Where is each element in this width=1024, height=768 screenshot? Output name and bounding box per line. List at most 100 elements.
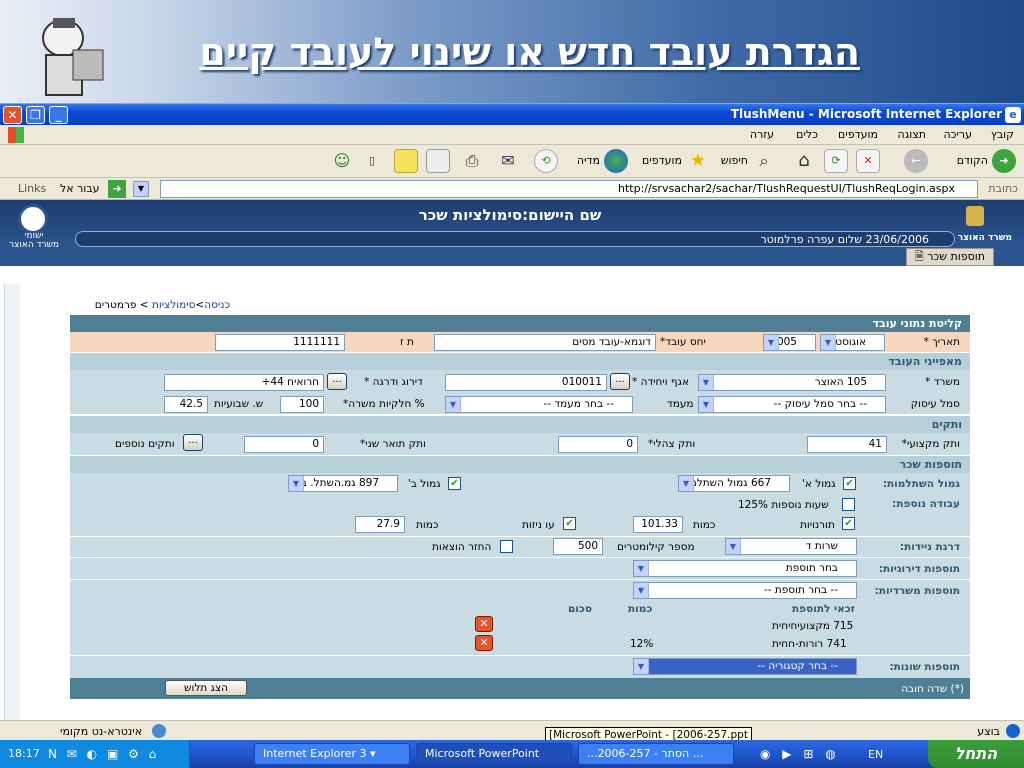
users-icon[interactable]: ☺: [330, 149, 354, 173]
edit-icon[interactable]: [426, 149, 450, 173]
go-icon[interactable]: ➜: [108, 180, 126, 198]
grade-field[interactable]: חרואיח 44+: [164, 374, 324, 391]
favorites-icon[interactable]: ★: [686, 149, 710, 173]
menu-file[interactable]: קובץ: [991, 128, 1014, 141]
media-icon[interactable]: [604, 149, 628, 173]
grade-lookup-button[interactable]: ...: [327, 373, 347, 390]
ministry-emblem-icon: [966, 206, 984, 226]
grade-add-value: בחר תוספת: [785, 562, 838, 574]
tor-qty-label: כמות: [693, 519, 716, 531]
tor-qty-field[interactable]: 101.33: [633, 516, 683, 533]
restore-icon[interactable]: ❐: [26, 106, 45, 124]
close-icon[interactable]: ✕: [3, 106, 22, 124]
messenger-icon[interactable]: ▯: [360, 149, 384, 173]
prof-label: ותק מקצועי*: [901, 438, 960, 450]
km-field[interactable]: 500: [553, 538, 603, 555]
standby-checkbox[interactable]: ✔: [563, 517, 576, 530]
delete-row-button[interactable]: ✕: [475, 616, 493, 632]
address-input[interactable]: http://srvsachar2/sachar/TlushRequestUI/…: [160, 180, 978, 198]
dept-field[interactable]: 010011: [445, 374, 607, 391]
breadcrumb-sims[interactable]: סימולציות: [152, 299, 195, 311]
search-icon[interactable]: ⌕: [752, 149, 776, 173]
show-payslip-button[interactable]: הצג תלוש: [165, 680, 247, 696]
office-value: 105 האוצר: [814, 376, 867, 388]
history-icon[interactable]: ⟲: [534, 149, 558, 173]
home-icon[interactable]: ⌂: [792, 149, 816, 173]
gmul-a-value: 667 גמול השתלמ.: [686, 477, 771, 489]
table-row: 715 מקצועיחיחית: [772, 620, 854, 632]
dept-lookup-button[interactable]: ...: [610, 373, 630, 390]
forward-icon[interactable]: ←: [904, 149, 928, 173]
taskbar-ie[interactable]: Internet Explorer 3 ▾: [254, 743, 410, 765]
go-label[interactable]: עבור אל: [60, 182, 100, 195]
pct-label: % חלקיות משרה*: [343, 398, 425, 410]
delete-row-button[interactable]: ✕: [475, 635, 493, 651]
search-label[interactable]: חיפוש: [721, 154, 748, 167]
table-header-eligible: זכאי לתוספת: [792, 603, 855, 615]
mobility-select[interactable]: שרות ד ▼: [725, 538, 857, 555]
more-seniority-button[interactable]: ...: [183, 434, 203, 451]
favorites-label[interactable]: מועדפים: [642, 154, 682, 167]
menu-help[interactable]: עזרה: [750, 128, 774, 141]
print-icon[interactable]: ⎙: [460, 149, 484, 173]
id-field[interactable]: 1111111: [215, 334, 345, 351]
tor-checkbox[interactable]: ✔: [842, 517, 855, 530]
required-note: (*) שדה חובה: [901, 683, 964, 695]
menu-tools[interactable]: כלים: [796, 128, 818, 141]
language-indicator[interactable]: EN: [868, 748, 883, 761]
misc-select[interactable]: -- בחר קטגוריה -- ▼: [633, 658, 857, 675]
degree-label: ותק תואר שני*: [360, 438, 426, 450]
gmul-b-value: 897 גמ.השתל. ב': [298, 477, 379, 489]
back-icon[interactable]: ➜: [992, 149, 1016, 173]
year-select[interactable]: 2005 ▼: [763, 334, 816, 351]
discuss-icon[interactable]: [394, 149, 418, 173]
links-label[interactable]: Links: [18, 182, 46, 195]
menu-favorites[interactable]: מועדפים: [838, 128, 878, 141]
refund-checkbox[interactable]: [500, 540, 513, 553]
grade-add-select[interactable]: בחר תוספת ▼: [633, 560, 857, 577]
chevron-down-icon: ▼: [699, 397, 714, 412]
prof-field[interactable]: 41: [807, 436, 887, 453]
intranet-icon: [152, 724, 166, 738]
pct-field[interactable]: 100: [280, 396, 324, 413]
refresh-icon[interactable]: ⟳: [824, 149, 848, 173]
media-label[interactable]: מדיה: [577, 154, 600, 167]
gmul-a-checkbox[interactable]: ✔: [843, 477, 856, 490]
hours-field[interactable]: 42.5: [164, 396, 208, 413]
standby-qty-field[interactable]: 27.9: [355, 516, 405, 533]
gmul-b-checkbox[interactable]: ✔: [448, 477, 461, 490]
sign-select[interactable]: -- בחר סמל עיסוק -- ▼: [698, 396, 886, 413]
personal-select[interactable]: -- בחר תוספת -- ▼: [633, 582, 857, 599]
tab-salary-additions[interactable]: תוספות שכר 🗎: [905, 248, 994, 266]
more-seniority-label: ותקים נוספים: [115, 438, 175, 450]
ot125-label: שעות נוספות 125%: [738, 499, 829, 511]
stop-icon[interactable]: ✕: [856, 149, 880, 173]
ot125-checkbox[interactable]: [842, 498, 855, 511]
employee-status-field[interactable]: דוגמא-עובד מסים: [434, 334, 656, 351]
taskbar-ppt[interactable]: Microsoft PowerPoint: [416, 743, 572, 765]
degree-field[interactable]: 0: [244, 436, 324, 453]
chevron-down-icon: ▼: [679, 476, 694, 491]
divider: [70, 557, 970, 558]
vertical-scrollbar[interactable]: [4, 284, 20, 720]
gmul-a-select[interactable]: 667 גמול השתלמ. ▼: [678, 475, 790, 492]
taskbar-other-label: ...הסתר - 2006-257 ...: [587, 747, 704, 760]
month-select[interactable]: אוגוסט ▼: [820, 334, 885, 351]
km-label: מספר קילומטרים: [617, 541, 695, 553]
back-label[interactable]: הקודם: [957, 154, 988, 167]
mail-icon[interactable]: ✉: [496, 149, 520, 173]
clock: 18:17: [8, 747, 40, 760]
breadcrumb-home[interactable]: כניסה: [204, 299, 230, 311]
office-select[interactable]: 105 האוצר ▼: [698, 374, 886, 391]
status2-select[interactable]: -- בחר מעמד -- ▼: [445, 396, 633, 413]
gmul-b-select[interactable]: 897 גמ.השתל. ב' ▼: [288, 475, 398, 492]
start-button[interactable]: התחל: [928, 740, 1024, 768]
minimize-icon[interactable]: _: [49, 106, 68, 124]
menu-edit[interactable]: עריכה: [943, 128, 972, 141]
taskbar-other[interactable]: ...הסתר - 2006-257 ...: [578, 743, 734, 765]
personal-value: -- בחר תוספת --: [763, 584, 838, 596]
menu-view[interactable]: תצוגה: [898, 128, 926, 141]
army-field[interactable]: 0: [558, 436, 638, 453]
quicklaunch-icons[interactable]: ◉ ▶ ⊞ ◍: [760, 747, 840, 761]
address-dropdown-icon[interactable]: ▼: [133, 181, 149, 197]
